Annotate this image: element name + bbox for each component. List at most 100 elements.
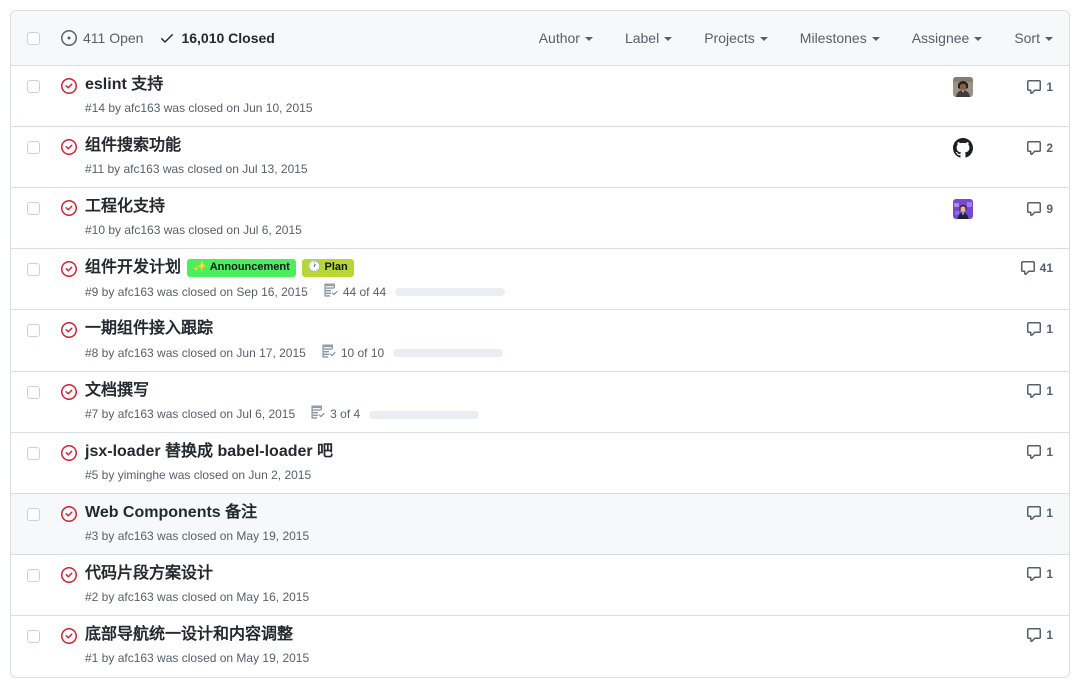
avatar[interactable] bbox=[953, 77, 973, 97]
comment-count: 1 bbox=[1046, 80, 1053, 94]
filter-assignee-button[interactable]: Assignee bbox=[896, 24, 999, 52]
issue-checkbox[interactable] bbox=[27, 569, 40, 583]
comment-icon bbox=[1020, 260, 1036, 276]
comment-count-link[interactable]: 1 bbox=[989, 79, 1053, 95]
issue-closed-icon bbox=[61, 196, 85, 216]
comment-count-link[interactable]: 41 bbox=[989, 260, 1053, 276]
comment-count-link[interactable]: 1 bbox=[989, 444, 1053, 460]
issue-title-link[interactable]: jsx-loader 替换成 babel-loader 吧 bbox=[85, 441, 333, 463]
filter-label-label: Label bbox=[624, 30, 660, 46]
issue-row: 文档撰写 #7 by afc163 was closed on Jul 6, 20… bbox=[11, 371, 1069, 434]
comment-count-link[interactable]: 1 bbox=[989, 383, 1053, 399]
task-progress: 44 of 44 bbox=[324, 283, 506, 302]
comment-count: 2 bbox=[1046, 141, 1053, 155]
comment-count-link[interactable]: 1 bbox=[989, 321, 1053, 337]
issue-row-right: 41 bbox=[937, 257, 1053, 276]
comment-count-link[interactable]: 2 bbox=[989, 140, 1053, 156]
issue-meta-line: #14 by afc163 was closed on Jun 10, 2015 bbox=[85, 100, 929, 117]
comment-icon bbox=[1026, 79, 1042, 95]
filter-sort-button[interactable]: Sort bbox=[998, 24, 1053, 52]
issue-title-link[interactable]: 组件开发计划 bbox=[85, 257, 181, 279]
comment-count: 1 bbox=[1046, 506, 1053, 521]
issues-page: 411 Open 16,010 Closed Author Label Proj… bbox=[0, 0, 1080, 698]
issue-title-line: 一期组件接入跟踪 bbox=[85, 318, 929, 340]
issue-checkbox[interactable] bbox=[27, 447, 40, 461]
issue-row-right: 1 bbox=[937, 74, 1053, 97]
task-progress-bar bbox=[393, 349, 504, 358]
issue-select-cell bbox=[27, 624, 61, 644]
issue-main: 文档撰写 #7 by afc163 was closed on Jul 6, 20… bbox=[85, 380, 937, 424]
filter-projects-label: Projects bbox=[704, 30, 755, 46]
issue-meta-line: #9 by afc163 was closed on Sep 16, 2015 4… bbox=[85, 283, 929, 302]
issue-checkbox[interactable] bbox=[27, 508, 40, 522]
issue-meta-line: #3 by afc163 was closed on May 19, 2015 bbox=[85, 528, 929, 545]
select-all-checkbox[interactable] bbox=[27, 31, 40, 45]
comment-count-link[interactable]: 1 bbox=[989, 505, 1053, 521]
filter-author-button[interactable]: Author bbox=[523, 24, 609, 52]
closed-issues-filter[interactable]: 16,010 Closed bbox=[159, 30, 275, 46]
comment-icon bbox=[1026, 627, 1042, 643]
issue-meta-text: #14 by afc163 was closed on Jun 10, 2015 bbox=[85, 100, 313, 115]
comment-count-link[interactable]: 9 bbox=[989, 201, 1053, 217]
avatar[interactable] bbox=[953, 199, 973, 219]
comment-count: 1 bbox=[1046, 445, 1053, 460]
comment-count: 41 bbox=[1039, 261, 1053, 275]
issue-checkbox[interactable] bbox=[27, 263, 40, 276]
check-icon bbox=[159, 30, 175, 46]
issue-row-right: 1 bbox=[937, 502, 1053, 521]
issue-checkbox[interactable] bbox=[27, 385, 40, 399]
filter-label-button[interactable]: Label bbox=[609, 24, 688, 52]
issue-title-link[interactable]: 工程化支持 bbox=[85, 196, 165, 218]
filter-projects-button[interactable]: Projects bbox=[688, 24, 784, 52]
comment-icon bbox=[1026, 566, 1042, 582]
issue-meta-text: #2 by afc163 was closed on May 16, 2015 bbox=[85, 589, 310, 604]
issue-select-cell bbox=[27, 74, 61, 93]
issue-title-link[interactable]: 底部导航统一设计和内容调整 bbox=[85, 624, 293, 646]
filter-milestones-button[interactable]: Milestones bbox=[784, 24, 896, 52]
filter-milestones-label: Milestones bbox=[799, 30, 867, 46]
issue-checkbox[interactable] bbox=[27, 202, 40, 215]
label-text: Announcement bbox=[209, 260, 290, 273]
issue-select-cell bbox=[27, 563, 61, 583]
issue-meta-line: #5 by yiminghe was closed on Jun 2, 2015 bbox=[85, 467, 929, 484]
comment-count-link[interactable]: 1 bbox=[989, 566, 1053, 582]
issue-checkbox[interactable] bbox=[27, 80, 40, 93]
issue-row-right: 9 bbox=[937, 196, 1053, 219]
issue-checkbox[interactable] bbox=[27, 324, 40, 338]
issue-main: Web Components 备注 #3 by afc163 was closed… bbox=[85, 502, 937, 544]
issues-list-container: 411 Open 16,010 Closed Author Label Proj… bbox=[10, 10, 1070, 679]
filter-author-label: Author bbox=[538, 30, 580, 46]
issue-title-line: jsx-loader 替换成 babel-loader 吧 bbox=[85, 441, 929, 463]
comment-count: 1 bbox=[1046, 567, 1053, 582]
comment-icon bbox=[1026, 140, 1042, 156]
task-progress-text: 44 of 44 bbox=[342, 284, 387, 299]
issue-closed-icon bbox=[61, 74, 85, 94]
issue-title-link[interactable]: 一期组件接入跟踪 bbox=[85, 318, 213, 340]
assignee-avatar-cell bbox=[937, 138, 989, 158]
issue-title-link[interactable]: 代码片段方案设计 bbox=[85, 563, 213, 585]
issue-label-announcement[interactable]: ✨ Announcement bbox=[187, 258, 296, 277]
issue-title-link[interactable]: eslint 支持 bbox=[85, 74, 163, 96]
issue-closed-icon bbox=[61, 563, 85, 584]
avatar[interactable] bbox=[953, 138, 973, 158]
issue-row-right: 1 bbox=[937, 380, 1053, 399]
task-progress-bar bbox=[395, 287, 506, 296]
chevron-down-icon bbox=[584, 36, 593, 41]
issue-checkbox[interactable] bbox=[27, 630, 40, 644]
issue-title-link[interactable]: 组件搜索功能 bbox=[85, 135, 181, 157]
issue-row: jsx-loader 替换成 babel-loader 吧 #5 by yimin… bbox=[11, 433, 1069, 495]
issue-title-link[interactable]: 文档撰写 bbox=[85, 380, 149, 402]
issue-row: 代码片段方案设计 #2 by afc163 was closed on May 1… bbox=[11, 555, 1069, 617]
issue-meta-text: #1 by afc163 was closed on May 19, 2015 bbox=[85, 650, 310, 665]
issue-select-cell bbox=[27, 380, 61, 399]
issues-list-header: 411 Open 16,010 Closed Author Label Proj… bbox=[11, 11, 1069, 66]
chevron-down-icon bbox=[974, 36, 983, 41]
open-issues-filter[interactable]: 411 Open bbox=[61, 30, 143, 46]
comment-count-link[interactable]: 1 bbox=[989, 627, 1053, 643]
issue-label-plan[interactable]: 🕐 Plan bbox=[301, 258, 354, 277]
comment-count: 9 bbox=[1046, 202, 1053, 216]
issue-title-link[interactable]: Web Components 备注 bbox=[85, 502, 257, 524]
filter-dropdowns: Author Label Projects Milestones Assigne… bbox=[523, 24, 1053, 52]
issue-checkbox[interactable] bbox=[27, 141, 40, 154]
comment-count: 1 bbox=[1046, 322, 1053, 337]
